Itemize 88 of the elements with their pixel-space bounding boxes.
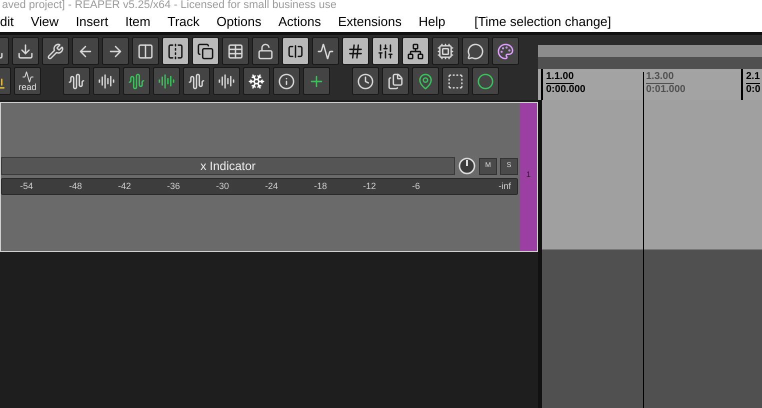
timeline-ruler[interactable]: 1.1.00 0:00.000 1.3.00 0:01.000 2.1 0:0 — [538, 69, 762, 100]
time-label: 0:00.000 — [546, 84, 586, 96]
meter-scale-label: -6 — [412, 180, 422, 193]
meter-scale-label: -30 — [216, 180, 230, 193]
toolbar-button[interactable] — [72, 37, 99, 65]
window-title: aved project] - REAPER v5.25/x64 - Licensed for small business use — [2, 0, 336, 11]
meter-scale-label: -54 — [20, 180, 34, 193]
toolbar-button[interactable] — [352, 67, 379, 95]
menu-item[interactable]: dit — [0, 12, 14, 32]
meter-scale-label: -42 — [118, 180, 132, 193]
toolbar-button[interactable] — [192, 37, 219, 65]
menu-item[interactable]: Item — [125, 12, 150, 32]
bar-label: 1.3.00 — [646, 71, 674, 84]
toolbar-button[interactable] — [132, 37, 159, 65]
waveform-icon — [128, 72, 145, 90]
waveform-icon — [98, 72, 115, 90]
toolbar-button[interactable] — [402, 37, 429, 65]
routing-icon — [407, 42, 424, 60]
toolbar-button[interactable] — [342, 37, 369, 65]
time-label: 0:0 — [746, 84, 762, 96]
menu-item[interactable]: Actions — [278, 12, 321, 32]
toolbar-button[interactable] — [243, 67, 270, 95]
meter-scale-label: -18 — [314, 180, 328, 193]
track-name-field[interactable]: x Indicator — [1, 157, 455, 175]
unlock-icon — [257, 42, 274, 60]
scroll-bar[interactable] — [538, 45, 762, 57]
toolbar-button[interactable] — [102, 37, 129, 65]
wrench-icon — [47, 42, 64, 60]
toolbar-button[interactable] — [183, 67, 210, 95]
waveform-icon — [68, 72, 85, 90]
toolbar-button[interactable] — [312, 37, 339, 65]
toolbar-button[interactable] — [162, 37, 189, 65]
status-text: [Time selection change] — [474, 12, 612, 31]
toolbar-button[interactable] — [153, 67, 180, 95]
toolbar-button[interactable] — [412, 67, 439, 95]
meter-scale-label: -36 — [167, 180, 182, 193]
menu-item[interactable]: Options — [216, 12, 262, 32]
marker-icon — [417, 72, 434, 90]
palette-icon — [497, 42, 514, 60]
menu-item[interactable]: Extensions — [338, 12, 402, 32]
chip-icon — [437, 42, 454, 60]
toolbar-button[interactable] — [382, 67, 409, 95]
clock-icon — [357, 72, 374, 90]
menu-item[interactable]: Help — [418, 12, 446, 32]
power-knob-icon[interactable] — [458, 157, 476, 175]
toolbar-button[interactable] — [213, 67, 240, 95]
toolbar-button[interactable] — [273, 67, 300, 95]
speech-bubble-icon — [467, 42, 484, 60]
envelope-icon — [22, 70, 34, 82]
toolbar-button[interactable] — [123, 67, 150, 95]
toolbar-button[interactable] — [282, 37, 309, 65]
grid-icon — [227, 42, 244, 60]
sliders-icon — [377, 42, 394, 60]
snowflake-icon — [248, 72, 265, 90]
info-icon — [278, 72, 295, 90]
toolbar-button[interactable] — [472, 67, 499, 95]
menu-item[interactable]: Track — [168, 12, 200, 32]
circle-icon — [477, 72, 494, 90]
toolbar-button[interactable] — [462, 37, 489, 65]
bar-label: 1.1.00 — [546, 71, 574, 84]
toolbar-button[interactable] — [303, 67, 330, 95]
download-icon — [17, 42, 34, 60]
toolbar-button[interactable] — [93, 67, 120, 95]
toolbar-button[interactable] — [42, 37, 69, 65]
split-icon — [287, 42, 304, 60]
toolbar-button[interactable] — [442, 67, 469, 95]
toolbar-button[interactable] — [222, 37, 249, 65]
bar-label: 2.1 — [746, 71, 760, 84]
toolbar-button[interactable]: read — [14, 67, 41, 95]
region-icon — [447, 72, 464, 90]
track-number: 1 — [526, 169, 531, 181]
menu-item[interactable]: View — [30, 12, 59, 32]
menu-item[interactable]: Insert — [76, 12, 108, 32]
meter-scale-label: -48 — [69, 180, 84, 193]
meter-scale-label: -inf — [498, 180, 511, 193]
toolbar-button[interactable] — [252, 37, 279, 65]
meter-scale-label: -12 — [363, 180, 378, 193]
toolbar-button[interactable] — [432, 37, 459, 65]
toolbar-button[interactable] — [63, 67, 90, 95]
files-icon — [387, 72, 404, 90]
toolbar-button[interactable] — [492, 37, 519, 65]
meter-scale-label: -24 — [265, 180, 280, 193]
waveform-icon — [158, 72, 175, 90]
toolbar-button[interactable] — [12, 37, 39, 65]
grid-icon — [347, 42, 364, 60]
time-label: 0:01.000 — [646, 84, 686, 96]
squares-icon — [197, 42, 214, 60]
toolbar-button[interactable] — [372, 37, 399, 65]
